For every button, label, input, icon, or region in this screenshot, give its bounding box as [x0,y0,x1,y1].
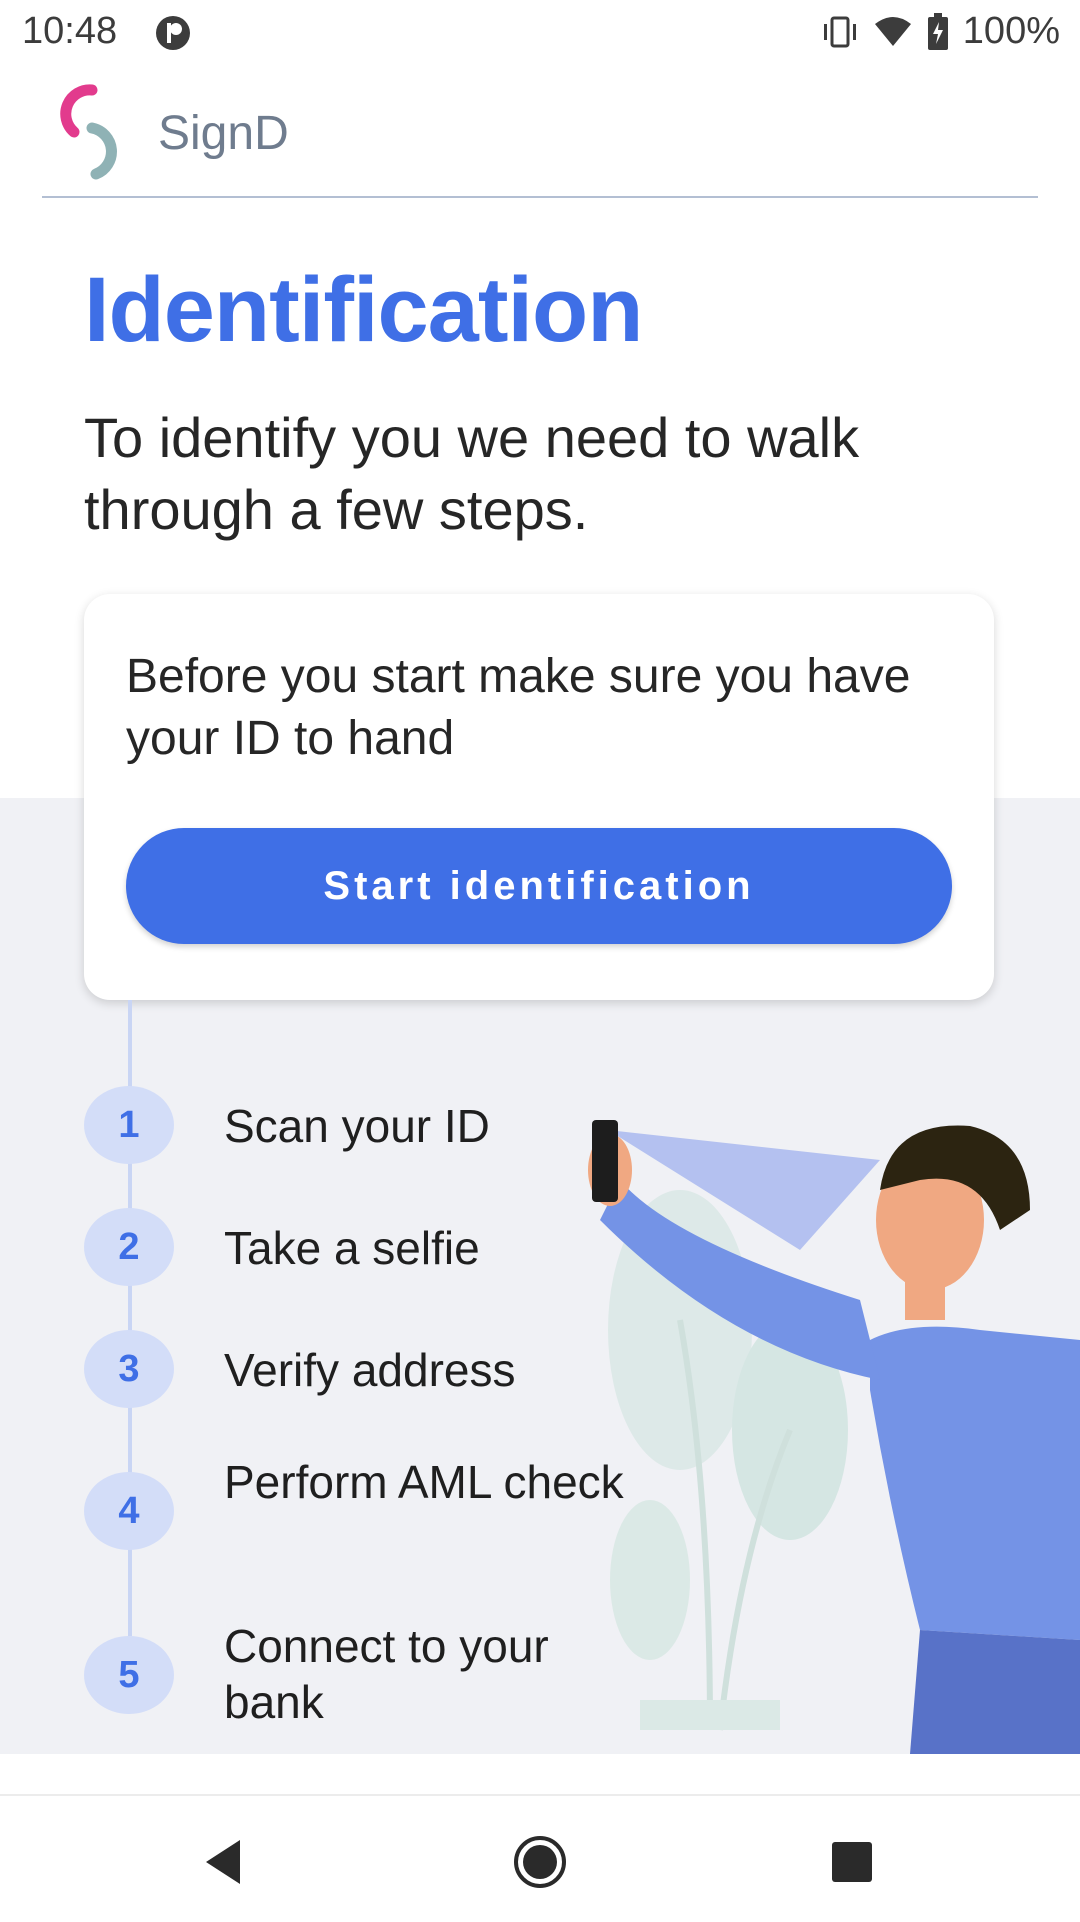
step-number-badge: 4 [84,1472,174,1550]
page-title: Identification [84,259,643,361]
signd-logo-icon [60,84,117,180]
battery-percent: 100% [962,10,1060,52]
recents-icon[interactable] [822,1832,882,1892]
status-bar: 10:48 100% [0,0,1080,64]
app-header: SignD [42,72,1038,198]
vibrate-icon [823,16,856,47]
app-name: SignD [158,107,289,160]
status-icons: 100% [821,10,1060,53]
page-subtitle: To identify you we need to walk through … [84,406,860,541]
info-card: Before you start make sure you have your… [84,594,994,1000]
home-icon[interactable] [510,1832,570,1892]
step-label: Perform AML check [224,1456,624,1508]
back-icon[interactable] [196,1832,256,1892]
app-notification-icon [156,16,190,50]
start-identification-button[interactable]: Start identification [126,828,952,944]
step-label: Scan your ID [224,1100,490,1152]
step-label: Take a selfie [224,1222,480,1274]
step-number-badge: 5 [84,1636,174,1714]
navigation-bar [0,1794,1080,1922]
wifi-icon [874,16,911,46]
step-number-badge: 2 [84,1208,174,1286]
step-number-badge: 3 [84,1330,174,1408]
step-number-badge: 1 [84,1086,174,1164]
step-label: Verify address [224,1344,516,1396]
status-time: 10:48 [22,10,118,52]
battery-charging-icon [927,12,948,50]
card-text: Before you start make sure you have your… [126,650,911,765]
step-label: Connect to your bank [224,1620,549,1728]
